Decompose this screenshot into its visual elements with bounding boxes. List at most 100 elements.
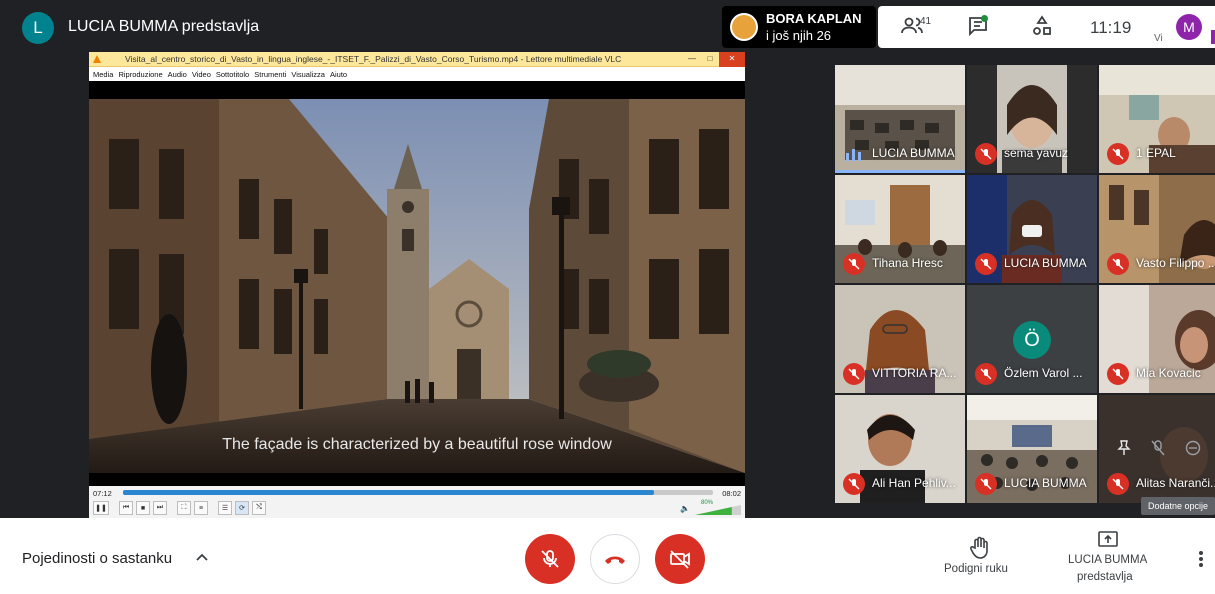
participant-tile[interactable]: LUCIA BUMMA	[967, 395, 1097, 503]
participant-name: Vasto Filippo ...	[1136, 256, 1215, 270]
participant-tile[interactable]: 1 EPAL	[1099, 65, 1215, 173]
participant-name: Alitas Naranči...	[1136, 476, 1215, 490]
time-current: 07:12	[93, 489, 112, 498]
mic-off-icon	[975, 253, 997, 275]
mic-off-icon	[975, 473, 997, 495]
mic-off-icon	[1107, 473, 1129, 495]
participant-tile[interactable]: Tihana Hresc	[835, 175, 965, 283]
more-options-icon[interactable]	[1198, 550, 1204, 568]
my-avatar[interactable]: M	[1176, 14, 1202, 40]
presenting-label-2[interactable]: predstavlja	[1077, 571, 1133, 583]
participant-initial: Ö	[1013, 321, 1051, 359]
vlc-menubar: Media Riproduzione Audio Video Sottotito…	[89, 67, 745, 81]
mic-off-icon	[1107, 363, 1129, 385]
present-screen-icon[interactable]	[1097, 530, 1119, 548]
participant-name: Mia Kovacic	[1136, 366, 1201, 380]
shuffle-icon[interactable]: ⤭	[252, 501, 266, 515]
remove-participant-icon[interactable]	[1185, 440, 1201, 461]
mic-off-icon	[975, 143, 997, 165]
next-icon[interactable]: ⏭	[153, 501, 167, 515]
loop-icon[interactable]: ⟳	[235, 501, 249, 515]
clock: 11:19	[1090, 18, 1132, 37]
microphone-toggle-button[interactable]	[525, 534, 575, 584]
mic-off-icon	[541, 550, 559, 568]
close-button[interactable]: ✕	[719, 52, 745, 67]
menu-media[interactable]: Media	[93, 67, 118, 81]
raised-hand-avatar	[730, 13, 758, 41]
participant-tile[interactable]: Alitas Naranči...	[1099, 395, 1215, 503]
playlist-icon[interactable]: ☰	[218, 501, 232, 515]
participant-tile[interactable]: VITTORIA RA...	[835, 285, 965, 393]
menu-subtitle[interactable]: Sottotitolo	[216, 67, 254, 81]
participant-tile[interactable]: LUCIA BUMMA	[967, 175, 1097, 283]
vlc-titlebar: Visita_al_centro_storico_di_Vasto_in_lin…	[89, 52, 745, 67]
volume-slider[interactable]	[695, 505, 741, 515]
participant-tile[interactable]: Mia Kovacic	[1099, 285, 1215, 393]
camera-toggle-button[interactable]	[655, 534, 705, 584]
mic-off-icon	[1107, 143, 1129, 165]
side-stripe	[1211, 30, 1215, 44]
menu-help[interactable]: Aiuto	[330, 67, 352, 81]
participant-tile[interactable]: Ali Han Pehliv...	[835, 395, 965, 503]
participant-tile[interactable]: LUCIA BUMMA	[835, 65, 965, 173]
chevron-up-icon[interactable]	[195, 552, 209, 562]
participant-tile[interactable]: Ö Özlem Varol ...	[967, 285, 1097, 393]
raise-hand-icon[interactable]	[969, 536, 991, 560]
participant-name: LUCIA BUMMA	[872, 146, 955, 160]
you-label: Vi	[1154, 33, 1163, 44]
presenter-avatar: L	[22, 12, 54, 44]
raised-hand-name: BORA KAPLAN	[766, 11, 862, 26]
seek-bar[interactable]	[123, 490, 713, 495]
phone-hangup-icon	[605, 556, 625, 564]
video-subtitle: The façade is characterized by a beautif…	[222, 436, 612, 453]
participant-name: LUCIA BUMMA	[1004, 256, 1087, 270]
stop-icon[interactable]: ■	[136, 501, 150, 515]
menu-view[interactable]: Visualizza	[291, 67, 330, 81]
pin-icon[interactable]	[1117, 440, 1131, 461]
mic-off-icon	[843, 253, 865, 275]
prev-icon[interactable]: ⏮	[119, 501, 133, 515]
leave-call-button[interactable]	[590, 534, 640, 584]
participant-name: sema yavuz	[1004, 146, 1069, 160]
video-frame[interactable]	[89, 99, 745, 473]
seek-bar-fill	[123, 490, 654, 495]
menu-tools[interactable]: Strumenti	[254, 67, 291, 81]
participant-name: Özlem Varol ...	[1004, 366, 1083, 380]
participant-tile[interactable]: Vasto Filippo ...	[1099, 175, 1215, 283]
vlc-cone-icon	[93, 55, 101, 63]
extended-settings-icon[interactable]: ≡	[194, 501, 208, 515]
presenter-title: LUCIA BUMMA predstavlja	[68, 18, 260, 35]
raised-hands-notification[interactable]: BORA KAPLAN i još njih 26	[722, 6, 876, 48]
activities-icon[interactable]	[1030, 14, 1054, 38]
participant-grid: LUCIA BUMMA sema yavuz 1 EPAL Tihana Hre…	[835, 65, 1215, 505]
raised-hand-more: i još njih 26	[766, 28, 832, 43]
mic-off-icon	[975, 363, 997, 385]
speaking-indicator-icon	[846, 149, 861, 161]
more-options-tooltip: Dodatne opcije	[1141, 497, 1215, 515]
mic-off-icon	[1107, 253, 1129, 275]
active-speaker-bar	[835, 170, 965, 173]
menu-playback[interactable]: Riproduzione	[118, 67, 167, 81]
menu-audio[interactable]: Audio	[168, 67, 192, 81]
chat-unread-dot	[981, 15, 988, 22]
minimize-button[interactable]: —	[683, 52, 701, 67]
mute-participant-icon[interactable]	[1151, 440, 1165, 461]
participant-tile[interactable]: sema yavuz	[967, 65, 1097, 173]
shared-screen-vlc: Visita_al_centro_storico_di_Vasto_in_lin…	[89, 52, 745, 518]
menu-video[interactable]: Video	[192, 67, 216, 81]
volume-icon[interactable]: 🔈	[680, 504, 690, 513]
pause-button[interactable]: ❚❚	[93, 501, 109, 515]
presenting-label[interactable]: LUCIA BUMMA	[1068, 554, 1147, 566]
mic-off-icon	[843, 473, 865, 495]
participant-name: Tihana Hresc	[872, 256, 943, 270]
meeting-details-button[interactable]: Pojedinosti o sastanku	[22, 550, 172, 567]
maximize-button[interactable]: □	[701, 52, 719, 67]
time-total: 08:02	[722, 489, 741, 498]
participant-name: 1 EPAL	[1136, 146, 1176, 160]
participant-name: Ali Han Pehliv...	[872, 476, 956, 490]
vlc-window-title: Visita_al_centro_storico_di_Vasto_in_lin…	[125, 54, 622, 64]
fullscreen-icon[interactable]: ⛶	[177, 501, 191, 515]
raise-hand-label[interactable]: Podigni ruku	[944, 563, 1008, 575]
participant-name: LUCIA BUMMA	[1004, 476, 1087, 490]
mic-off-icon	[843, 363, 865, 385]
